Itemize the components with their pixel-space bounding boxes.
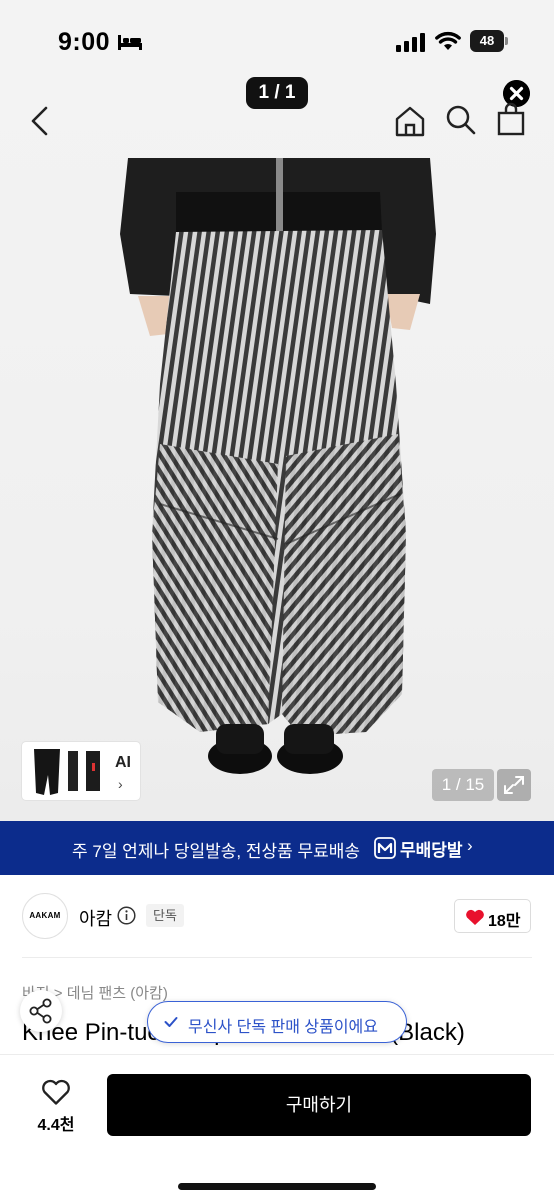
check-icon: [164, 1017, 178, 1027]
image-counter: 1 / 1: [246, 77, 308, 109]
brand-name[interactable]: 아캄: [79, 905, 112, 931]
battery-icon: 48: [470, 30, 508, 52]
brand-logo[interactable]: AAKAM: [22, 893, 68, 939]
shipping-banner[interactable]: 주 7일 언제나 당일발송, 전상품 무료배송 무배당발 ›: [0, 821, 554, 875]
shipping-brand: 무배당발: [400, 841, 463, 860]
bag-icon[interactable]: [496, 102, 526, 136]
ai-chevron-icon: ›: [118, 776, 123, 792]
brand-like-count: 18만: [488, 913, 521, 930]
status-time: 9:00: [58, 28, 111, 56]
shipping-logo-icon: [374, 837, 396, 859]
search-icon[interactable]: [445, 104, 477, 136]
exclusive-tag: 단독: [146, 904, 184, 927]
heart-icon: [466, 909, 484, 925]
bottom-action-bar: 4.4천 구매하기: [0, 1054, 554, 1200]
shipping-text: 주 7일 언제나 당일발송, 전상품 무료배송: [72, 842, 361, 861]
product-photo: [120, 158, 436, 774]
signal-icon: [396, 33, 425, 52]
expand-icon[interactable]: [497, 769, 531, 801]
buy-button[interactable]: 구매하기: [107, 1074, 531, 1136]
exclusive-notice-text: 무신사 단독 판매 상품이에요: [188, 1019, 378, 1036]
page-indicator: 1 / 15: [432, 769, 494, 801]
wishlist-count: 4.4천: [37, 1117, 75, 1134]
back-icon[interactable]: [26, 104, 54, 138]
brand-like-button[interactable]: 18만: [454, 899, 531, 933]
status-bar: 9:00 48: [0, 0, 554, 84]
battery-cap: [505, 37, 508, 45]
share-icon: [29, 998, 52, 1024]
divider: [22, 957, 532, 958]
heart-outline-icon: [42, 1079, 70, 1105]
wishlist-button[interactable]: 4.4천: [26, 1075, 86, 1135]
wifi-icon: [435, 31, 461, 50]
shipping-chevron-icon: ›: [467, 836, 473, 855]
exclusive-notice-chip: 무신사 단독 판매 상품이에요: [147, 1001, 407, 1043]
home-icon[interactable]: [393, 104, 427, 138]
info-icon[interactable]: [117, 906, 136, 925]
thumbnail-image: [26, 745, 110, 797]
bed-icon: [118, 35, 142, 50]
battery-level: 48: [470, 30, 504, 52]
home-indicator[interactable]: [178, 1183, 376, 1190]
share-button[interactable]: [20, 990, 62, 1032]
product-image-gallery[interactable]: [0, 84, 554, 821]
ai-label: AI: [115, 754, 131, 771]
